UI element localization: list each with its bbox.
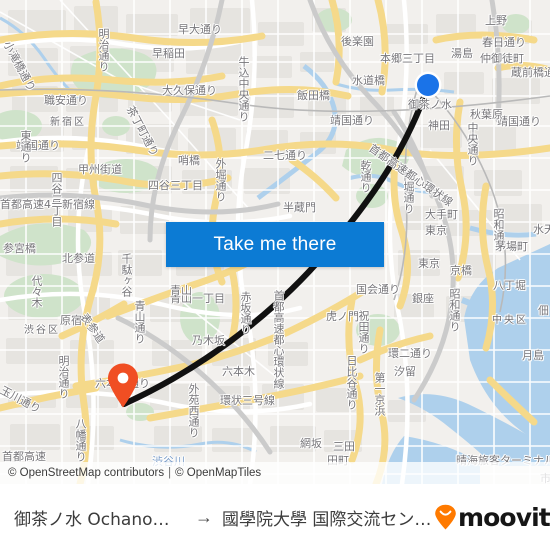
moovit-brand[interactable]: moovit [434, 504, 550, 530]
map-attribution: © OpenStreetMap contributors | © OpenMap… [0, 462, 550, 484]
openstreetmap-attribution-link[interactable]: © OpenStreetMap contributors [8, 467, 164, 479]
attribution-separator: | [168, 467, 172, 479]
take-me-there-button[interactable]: Take me there [166, 222, 384, 267]
trip-destination-label[interactable]: 國學院大學 国際交流センタ… [222, 505, 434, 530]
pin-icon [108, 363, 138, 408]
moovit-trip-map-screen: 小滝橋通り 職安通り 明治通り 早大通り 早稲田 大久保通り 牛込中央通り 外堀通り 二七通り飯… [0, 0, 550, 550]
moovit-pin-smile-icon [435, 504, 456, 530]
destination-pin-marker[interactable] [106, 362, 140, 408]
trip-origin-label[interactable]: 御茶ノ水 Ochanomi… [14, 505, 186, 530]
map-canvas[interactable]: 小滝橋通り 職安通り 明治通り 早大通り 早稲田 大久保通り 牛込中央通り 外堀通り 二七通り飯… [0, 0, 550, 484]
trip-summary-footer: 御茶ノ水 Ochanomi… → 國學院大學 国際交流センタ… moovit [0, 484, 550, 550]
moovit-wordmark: moovit [458, 502, 550, 532]
origin-dot-marker[interactable] [417, 74, 439, 96]
trip-arrow-icon: → [195, 506, 213, 527]
openmaptiles-attribution-link[interactable]: © OpenMapTiles [175, 467, 261, 479]
